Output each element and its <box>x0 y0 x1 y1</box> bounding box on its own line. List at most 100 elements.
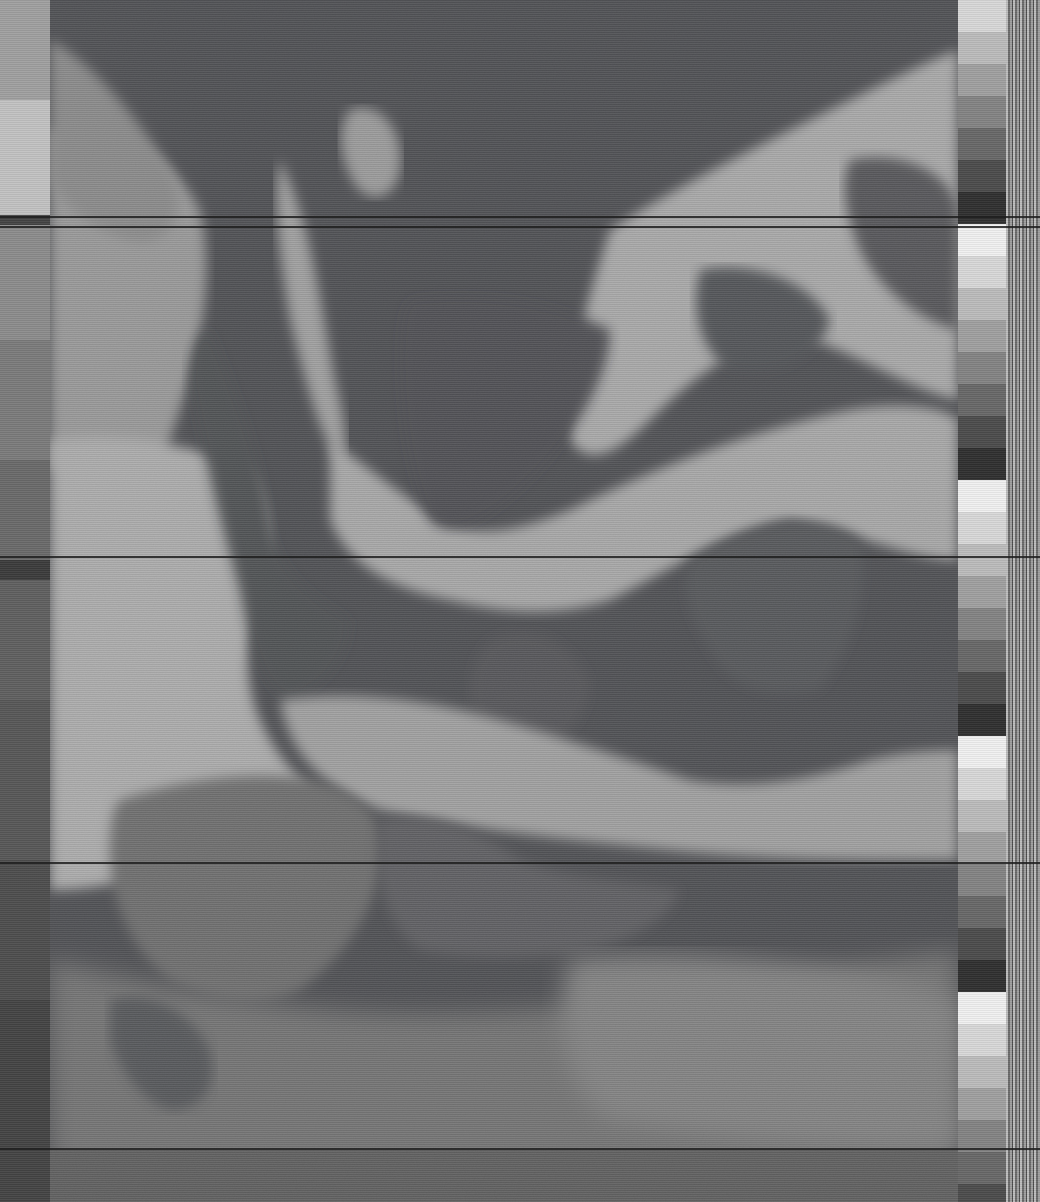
calibration-wedge <box>958 136 1006 144</box>
calibration-wedge <box>958 712 1006 720</box>
calibration-wedge <box>958 88 1006 96</box>
calibration-wedge <box>958 168 1006 176</box>
calibration-wedge <box>958 672 1006 680</box>
calibration-wedge <box>958 368 1006 376</box>
calibration-wedge <box>958 392 1006 400</box>
calibration-wedge <box>958 80 1006 88</box>
calibration-wedge <box>958 56 1006 64</box>
grain-overlay <box>50 0 958 1202</box>
calibration-wedge <box>958 632 1006 640</box>
calibration-wedge <box>958 304 1006 312</box>
calibration-wedge <box>958 32 1006 40</box>
calibration-wedge <box>958 480 1006 488</box>
calibration-wedge <box>958 648 1006 656</box>
calibration-wedge <box>958 1136 1006 1144</box>
calibration-wedge <box>958 1000 1006 1008</box>
calibration-wedge <box>958 448 1006 456</box>
calibration-wedge <box>958 336 1006 344</box>
sync-block <box>0 0 50 101</box>
calibration-wedge <box>958 288 1006 296</box>
sync-stripes <box>1006 0 1040 1202</box>
calibration-wedge <box>958 576 1006 584</box>
left-sync-strip <box>0 0 50 1202</box>
sync-block <box>0 560 50 581</box>
calibration-wedge <box>958 952 1006 960</box>
sync-block <box>0 225 50 341</box>
calibration-wedge <box>958 640 1006 648</box>
calibration-wedges <box>958 0 1006 1202</box>
calibration-wedge <box>958 568 1006 576</box>
calibration-wedge <box>958 352 1006 360</box>
calibration-wedge <box>958 656 1006 664</box>
calibration-wedge <box>958 1192 1006 1200</box>
calibration-wedge <box>958 864 1006 872</box>
calibration-wedge <box>958 40 1006 48</box>
calibration-wedge <box>958 520 1006 528</box>
calibration-wedge <box>958 1016 1006 1024</box>
calibration-wedge <box>958 176 1006 184</box>
calibration-wedge <box>958 976 1006 984</box>
calibration-wedge <box>958 432 1006 440</box>
calibration-wedge <box>958 192 1006 200</box>
calibration-wedge <box>958 416 1006 424</box>
scan-glitch-line <box>0 556 1040 558</box>
calibration-wedge <box>958 232 1006 240</box>
calibration-wedge <box>958 8 1006 16</box>
calibration-wedge <box>958 1128 1006 1136</box>
calibration-wedge <box>958 944 1006 952</box>
sync-block <box>0 100 50 216</box>
calibration-wedge <box>958 344 1006 352</box>
calibration-wedge <box>958 376 1006 384</box>
calibration-wedge <box>958 528 1006 536</box>
sync-block <box>0 460 50 561</box>
calibration-wedge <box>958 360 1006 368</box>
calibration-wedge <box>958 1088 1006 1096</box>
calibration-wedge <box>958 936 1006 944</box>
calibration-wedge <box>958 120 1006 128</box>
calibration-wedge <box>958 488 1006 496</box>
calibration-wedge <box>958 560 1006 568</box>
calibration-wedge <box>958 112 1006 120</box>
calibration-wedge <box>958 768 1006 776</box>
calibration-wedge <box>958 504 1006 512</box>
calibration-wedge <box>958 880 1006 888</box>
satellite-image-frame <box>0 0 1040 1202</box>
satellite-scene <box>50 0 958 1202</box>
calibration-wedge <box>958 440 1006 448</box>
scan-glitch-line <box>0 1148 1040 1150</box>
calibration-wedge <box>958 992 1006 1000</box>
calibration-wedge <box>958 1160 1006 1168</box>
calibration-wedge <box>958 704 1006 712</box>
calibration-wedge <box>958 912 1006 920</box>
calibration-wedge <box>958 584 1006 592</box>
calibration-wedge <box>958 72 1006 80</box>
calibration-wedge <box>958 184 1006 192</box>
calibration-wedge <box>958 320 1006 328</box>
calibration-wedge <box>958 48 1006 56</box>
calibration-wedge <box>958 472 1006 480</box>
right-telemetry-strip <box>958 0 1040 1202</box>
calibration-wedge <box>958 384 1006 392</box>
calibration-wedge <box>958 512 1006 520</box>
calibration-wedge <box>958 200 1006 208</box>
calibration-wedge <box>958 808 1006 816</box>
calibration-wedge <box>958 848 1006 856</box>
calibration-wedge <box>958 720 1006 728</box>
calibration-wedge <box>958 680 1006 688</box>
calibration-wedge <box>958 1080 1006 1088</box>
calibration-wedge <box>958 1120 1006 1128</box>
calibration-wedge <box>958 1048 1006 1056</box>
calibration-wedge <box>958 1024 1006 1032</box>
calibration-wedge <box>958 904 1006 912</box>
calibration-wedge <box>958 616 1006 624</box>
calibration-wedge <box>958 896 1006 904</box>
calibration-wedge <box>958 688 1006 696</box>
calibration-wedge <box>958 1184 1006 1192</box>
calibration-wedge <box>958 736 1006 744</box>
calibration-wedge <box>958 16 1006 24</box>
calibration-wedge <box>958 1064 1006 1072</box>
calibration-wedge <box>958 424 1006 432</box>
calibration-wedge <box>958 264 1006 272</box>
calibration-wedge <box>958 160 1006 168</box>
calibration-wedge <box>958 1152 1006 1160</box>
